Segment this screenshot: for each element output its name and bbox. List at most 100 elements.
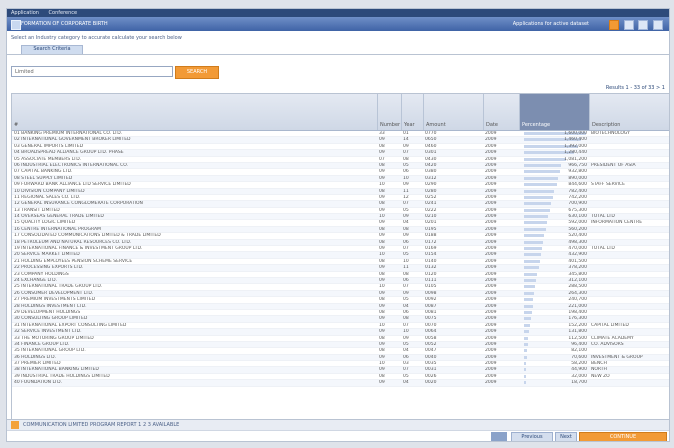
table-cell: 0172 — [425, 239, 437, 245]
col-header-description[interactable]: Description — [589, 94, 669, 130]
table-cell: 240,700 — [568, 297, 587, 303]
window-title: FORMATION OF CORPORATE BIRTH — [21, 21, 108, 27]
table-cell: 16 CENTRE INTERNATIONAL PROGRAM — [14, 226, 101, 232]
table-cell: 10 DIVISION COMPANY LIMITED — [14, 188, 85, 194]
minimize-icon[interactable] — [623, 20, 634, 30]
table-cell: 0087 — [425, 303, 437, 309]
table-cell: INVESTMENT & GROUP — [591, 354, 643, 360]
col-header-name[interactable]: # — [12, 94, 377, 130]
tab-search-criteria[interactable]: Search Criteria — [21, 45, 83, 54]
window-checkbox[interactable] — [11, 20, 21, 30]
table-cell: 32,000 — [571, 373, 587, 379]
search-input[interactable]: Limited — [11, 66, 173, 77]
table-cell: 08 STEEL SUPPLY LIMITED — [14, 175, 73, 181]
table-cell: 560,200 — [568, 226, 587, 232]
status-text[interactable]: COMMUNICATION LIMITED PROGRAM REPORT 1 2… — [23, 422, 179, 428]
table-cell: 0312 — [425, 175, 437, 181]
table-cell: 23 COMPANY HOLDINGS — [14, 271, 69, 277]
table-cell: 0132 — [425, 265, 437, 271]
continue-button[interactable]: CONTINUE — [579, 432, 667, 441]
table-cell: 08 — [403, 316, 409, 322]
table-cell: 09 — [379, 220, 385, 226]
search-button[interactable]: SEARCH — [175, 66, 219, 79]
table-cell: 0201 — [425, 220, 437, 226]
maximize-icon[interactable] — [638, 20, 649, 30]
table-cell: 09 — [403, 182, 409, 188]
close-icon[interactable] — [653, 20, 663, 30]
table-cell: 0035 — [425, 361, 437, 367]
table-cell: 07 — [403, 367, 409, 373]
table-cell: 2009 — [485, 239, 497, 245]
table-cell: 2009 — [485, 341, 497, 347]
table-cell: 0092 — [425, 297, 437, 303]
col-header-percentage[interactable]: Percentage — [519, 94, 590, 130]
table-cell: 09 — [379, 150, 385, 156]
help-icon[interactable] — [609, 20, 620, 30]
table-cell: STAFF SERVICE — [591, 182, 625, 188]
table-cell: 2009 — [485, 329, 497, 335]
pagination[interactable]: Results 1 - 33 of 33 > 1 — [606, 85, 665, 91]
table-cell: 09 — [379, 265, 385, 271]
table-cell: 0111 — [425, 277, 437, 283]
table-cell: 0154 — [425, 252, 437, 258]
table-cell: 0430 — [425, 156, 437, 162]
table-cell: 04 — [403, 380, 409, 386]
table-cell: 2009 — [485, 188, 497, 194]
table-cell: 0026 — [425, 373, 437, 379]
table-cell: 08 — [379, 297, 385, 303]
table-cell: 01 BANKING PREMIUM INTERNATIONAL CO. LTD… — [14, 131, 123, 136]
col-header-year[interactable]: Year — [401, 94, 424, 130]
table-cell: 0105 — [425, 284, 437, 290]
table-cell: 08 — [379, 335, 385, 341]
previous-button[interactable]: Previous — [511, 432, 553, 441]
col-header-number[interactable]: Number — [377, 94, 402, 130]
menu-bar: Application Conference — [7, 9, 669, 17]
table-cell: 26 CONSUMER DEVELOPMENT LTD. — [14, 290, 94, 296]
col-header-date[interactable]: Date — [483, 94, 520, 130]
table-cell: 2009 — [485, 309, 497, 315]
table-cell: 07 — [403, 150, 409, 156]
table-cell: 2009 — [485, 297, 497, 303]
table-cell: 2009 — [485, 258, 497, 264]
table-cell: 33 THE MOTORING GROUP LIMITED — [14, 335, 94, 341]
next-button[interactable]: Next — [555, 432, 577, 441]
table-cell: 28 HOLDINGS INVESTMENT LTD. — [14, 303, 87, 309]
folder-icon — [11, 421, 19, 429]
table-cell: TOTAL LTD — [591, 214, 615, 220]
table-cell: 0140 — [425, 258, 437, 264]
table-body: 01 BANKING PREMIUM INTERNATIONAL CO. LTD… — [12, 131, 669, 387]
table-cell: 29 DEVELOPMENT HOLDINGS — [14, 309, 81, 315]
table-cell: 36 HOLDINGS LTD. — [14, 354, 57, 360]
table-cell: 592,000 — [568, 220, 587, 226]
table-cell: 2009 — [485, 169, 497, 175]
table-cell: 2009 — [485, 335, 497, 341]
table-cell: 08 — [379, 226, 385, 232]
table-cell: 2009 — [485, 373, 497, 379]
table-cell: 04 — [403, 348, 409, 354]
col-header-amount[interactable]: Amount — [423, 94, 484, 130]
table-cell: 2009 — [485, 367, 497, 373]
table-cell: 198,400 — [568, 309, 587, 315]
table-cell: 0188 — [425, 233, 437, 239]
table-cell: 05 — [403, 341, 409, 347]
table-cell: 40 FOUNDATION LTD. — [14, 380, 63, 386]
table-cell: 2009 — [485, 265, 497, 271]
table-cell: 0290 — [425, 182, 437, 188]
camera-icon[interactable] — [491, 432, 507, 441]
table-cell: 0241 — [425, 201, 437, 207]
table-cell: 0040 — [425, 354, 437, 360]
table-cell: 13 TRANSIT LIMITED — [14, 207, 60, 213]
table-cell: 30 CONSULTING GROUP LIMITED — [14, 316, 88, 322]
table-cell: 20 SERVICE MARKET LIMITED — [14, 252, 80, 258]
table-row[interactable]: 40 FOUNDATION LTD. 09 04 0020 2009 18,700 — [12, 380, 669, 387]
table-cell: 2009 — [485, 271, 497, 277]
table-cell: 39 INDUSTRIAL TRADE HOLDINGS LIMITED — [14, 373, 110, 379]
table-cell: 09 — [379, 175, 385, 181]
table-cell: 09 — [379, 380, 385, 386]
table-cell: 19 INTERNATIONAL FINANCE & INVESTMENT GR… — [14, 246, 143, 252]
menu-item-application[interactable]: Application — [11, 10, 39, 16]
table-cell: 0770 — [425, 131, 437, 136]
menu-item-conference[interactable]: Conference — [49, 10, 78, 16]
table-cell: 08 — [379, 143, 385, 149]
table-cell: 08 — [403, 226, 409, 232]
